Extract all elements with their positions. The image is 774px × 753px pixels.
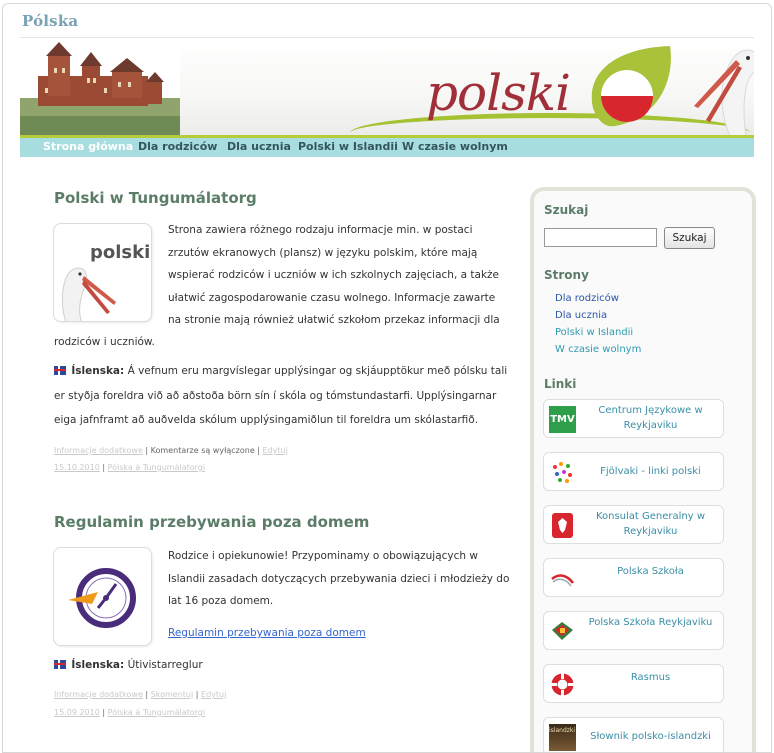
post-body: Strona zawiera różnego rodzaju informacj… bbox=[168, 219, 500, 332]
comment-link[interactable]: Skomentuj bbox=[151, 690, 194, 699]
flag-leaf-icon bbox=[591, 46, 671, 127]
dots-logo-icon bbox=[553, 462, 572, 483]
links-heading: Linki bbox=[544, 377, 577, 391]
comments-status: Komentarze są wyłączone bbox=[150, 446, 255, 455]
post-body-line: Rodzice i opiekunowie! Przypominamy o ob… bbox=[168, 550, 479, 562]
post-body: Rodzice i opiekunowie! Przypominamy o ob… bbox=[168, 545, 509, 613]
more-info-link[interactable]: Informacje dodatkowe bbox=[54, 446, 143, 455]
post-thumbnail[interactable] bbox=[53, 547, 152, 646]
sidebar: Szukaj Szukaj Strony Dla rodziców Dla uc… bbox=[530, 187, 756, 752]
banner-logo-text: polski bbox=[426, 64, 571, 122]
nav-item-dla-ucznia[interactable]: Dla ucznia bbox=[227, 140, 291, 153]
post-meta: Informacje dodatkowe | Komentarze są wył… bbox=[54, 446, 288, 455]
sidebar-page-dla-ucznia[interactable]: Dla ucznia bbox=[555, 310, 607, 321]
category-link[interactable]: Pólska á Tungumálatorgi bbox=[108, 708, 205, 717]
post-title[interactable]: Polski w Tungumálatorg bbox=[54, 189, 257, 207]
stork-thumb-icon bbox=[61, 267, 116, 321]
sidebar-page-dla-rodzicow[interactable]: Dla rodziców bbox=[555, 293, 619, 304]
nav-item-dla-rodzicow[interactable]: Dla rodziców bbox=[138, 140, 217, 153]
icelandic-text: Útivistarreglur bbox=[127, 659, 203, 671]
search-button[interactable]: Szukaj bbox=[664, 227, 715, 249]
post-title[interactable]: Regulamin przebywania poza domem bbox=[54, 513, 369, 531]
post-body-line: wspierać rodziców i uczniów w ich szkoln… bbox=[168, 269, 500, 281]
link-label: Konsulat Generalny w Reykjaviku bbox=[595, 511, 706, 537]
post-date-link[interactable]: 15.09.2010 bbox=[54, 708, 100, 717]
icelandic-label: Íslenska: bbox=[71, 659, 125, 671]
post-date-link[interactable]: 15.10.2010 bbox=[54, 463, 100, 472]
link-label: Centrum Językowe w Reykjaviku bbox=[598, 405, 703, 431]
edit-link[interactable]: Edytuj bbox=[201, 690, 226, 699]
more-info-link[interactable]: Informacje dodatkowe bbox=[54, 690, 143, 699]
books-icon bbox=[552, 622, 573, 640]
search-heading: Szukaj bbox=[544, 203, 589, 217]
link-card-polska-szkola-reykjaviku[interactable]: Polska Szkoła Reykjaviku bbox=[543, 611, 724, 650]
tmv-logo-icon: TMV bbox=[549, 406, 576, 433]
post-body-line: Strona zawiera różnego rodzaju informacj… bbox=[168, 224, 473, 236]
search-input[interactable] bbox=[544, 228, 657, 247]
post-body-line: ułatwić zagospodarowanie czasu wolnego. … bbox=[168, 291, 496, 304]
category-link[interactable]: Pólska á Tungumálatorgi bbox=[108, 463, 205, 472]
clock-icon bbox=[68, 568, 136, 628]
pages-heading: Strony bbox=[544, 268, 589, 282]
main-nav: Strona główna Dla rodziców Dla ucznia Po… bbox=[20, 135, 754, 157]
icelandic-text: er styðja foreldra við að aðstoða börn s… bbox=[54, 390, 497, 402]
icelandic-text: eiga jafnframt að auðvelda skólum upplýs… bbox=[54, 414, 479, 426]
header-banner: polski bbox=[20, 37, 754, 135]
link-card-konsulat[interactable]: Konsulat Generalny w Reykjaviku bbox=[543, 505, 724, 544]
post-meta: Informacje dodatkowe | Skomentuj | Edytu… bbox=[54, 690, 227, 699]
link-card-polska-szkola[interactable]: Polska Szkoła bbox=[543, 558, 724, 597]
regulation-document-link[interactable]: Regulamin przebywania poza domem bbox=[168, 627, 366, 639]
icelandic-text: Á vefnum eru margvíslegar upplýsingar og… bbox=[127, 365, 508, 377]
post-meta: 15.10.2010 | Pólska á Tungumálatorgi bbox=[54, 463, 206, 472]
stork-icon bbox=[694, 49, 754, 135]
icelandic-summary: Íslenska: Á vefnum eru margvíslegar uppl… bbox=[54, 360, 507, 383]
post-body-line: lat 16 poza domem. bbox=[168, 595, 274, 607]
iceland-flag-icon bbox=[54, 660, 66, 669]
post-meta: 15.09.2010 | Pólska á Tungumálatorgi bbox=[54, 708, 206, 717]
link-label: Rasmus bbox=[630, 672, 671, 683]
nav-item-w-czasie-wolnym[interactable]: W czasie wolnym bbox=[402, 140, 508, 153]
polish-eagle-icon bbox=[552, 513, 573, 538]
nav-item-strona-glowna[interactable]: Strona główna bbox=[43, 140, 133, 153]
dictionary-icon: islandzki bbox=[549, 724, 576, 751]
iceland-flag-icon bbox=[54, 366, 66, 375]
icelandic-label: Íslenska: bbox=[71, 365, 125, 377]
link-label: Fjölvaki - linki polski bbox=[600, 466, 701, 477]
lifebuoy-icon bbox=[551, 673, 574, 696]
site-title[interactable]: Pólska bbox=[22, 12, 78, 30]
sidebar-page-w-czasie-wolnym[interactable]: W czasie wolnym bbox=[555, 344, 641, 355]
post-body-line: zrzutów ekranowych (plansz) w języku pol… bbox=[168, 246, 478, 259]
sidebar-page-polski-w-islandii[interactable]: Polski w Islandii bbox=[555, 327, 633, 338]
castle-illustration bbox=[20, 38, 180, 135]
link-card-slownik[interactable]: islandzki Słownik polsko-islandzki bbox=[543, 717, 724, 752]
link-card-fjolvaki[interactable]: Fjölvaki - linki polski bbox=[543, 452, 724, 491]
link-card-centrum-jezykowe[interactable]: TMV Centrum Językowe w Reykjaviku bbox=[543, 399, 724, 438]
edit-link[interactable]: Edytuj bbox=[263, 446, 288, 455]
page-frame: Pólska polski Strona główna Dla rodziców… bbox=[2, 3, 772, 753]
link-label: Słownik polsko-islandzki bbox=[590, 731, 711, 742]
nav-item-polski-w-islandii[interactable]: Polski w Islandii bbox=[298, 140, 398, 153]
link-label: Polska Szkoła bbox=[617, 566, 684, 577]
post-body-line: rodziców i uczniów. bbox=[54, 336, 155, 348]
post-thumbnail[interactable]: polski bbox=[53, 223, 152, 322]
icelandic-summary: Íslenska: Útivistarreglur bbox=[54, 654, 203, 677]
link-label: Polska Szkoła Reykjaviku bbox=[588, 617, 713, 628]
post-body-line: Islandii zasadach dotyczących przebywani… bbox=[168, 572, 510, 585]
post-body-line: na stronie mają również ułatwić szkołom … bbox=[168, 314, 500, 326]
link-card-rasmus[interactable]: Rasmus bbox=[543, 664, 724, 703]
school-logo-icon bbox=[551, 574, 574, 587]
